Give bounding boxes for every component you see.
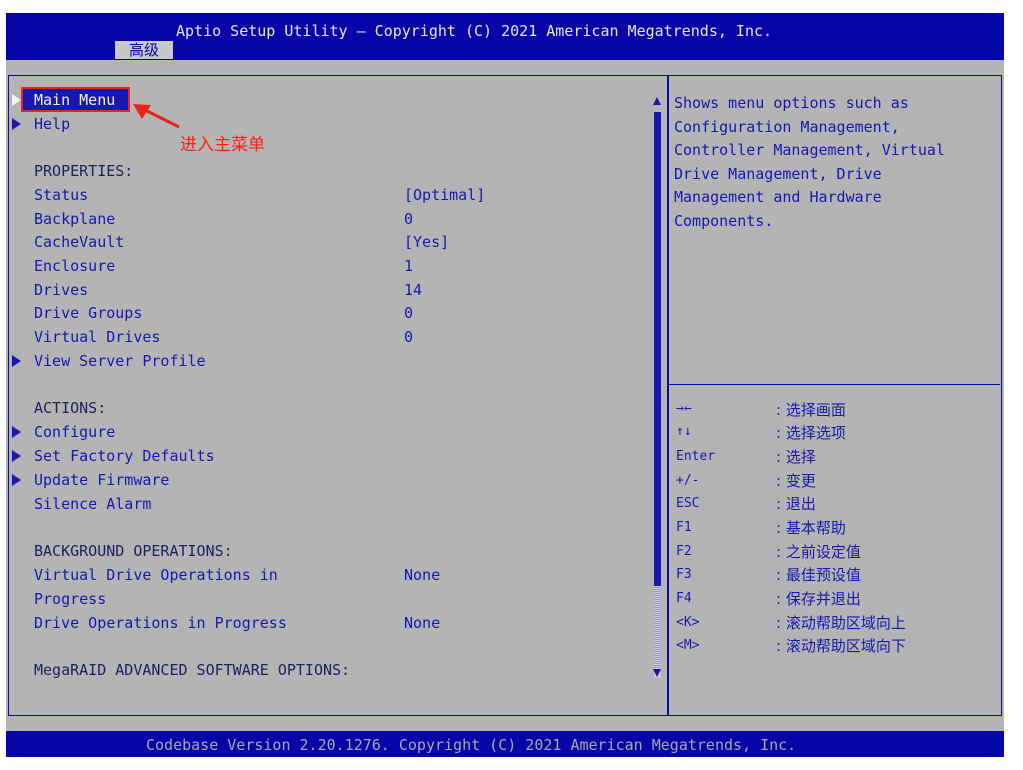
help-divider xyxy=(669,384,1000,385)
menu-item-silence-alarm[interactable]: Silence Alarm xyxy=(34,495,151,513)
property-value-enclosure: 1 xyxy=(404,257,414,275)
property-value-backplane: 0 xyxy=(404,210,414,228)
main-area: Main Menu Help PROPERTIES: Status [Optim… xyxy=(6,60,1004,731)
tab-advanced[interactable]: 高级 xyxy=(115,41,173,59)
menu-item-set-factory-defaults[interactable]: Set Factory Defaults xyxy=(34,447,215,465)
submenu-arrow-icon xyxy=(12,474,21,486)
property-label-backplane: Backplane xyxy=(34,210,116,228)
menu-item-view-server-profile[interactable]: View Server Profile xyxy=(34,352,206,370)
key-enter: Enter xyxy=(676,449,716,464)
key-desc: : 保存并退出 xyxy=(776,590,861,608)
property-value-drive-groups: 0 xyxy=(404,304,414,322)
scroll-up-icon[interactable] xyxy=(653,97,661,105)
key-desc: : 选择选项 xyxy=(776,424,846,442)
property-label-drive-groups: Drive Groups xyxy=(34,304,143,322)
key-desc: : 选择 xyxy=(776,448,816,466)
property-value-cachevault: [Yes] xyxy=(404,233,450,251)
property-value-status: [Optimal] xyxy=(404,186,486,204)
background-operations-heading: BACKGROUND OPERATIONS: xyxy=(34,542,233,560)
footer-bar: Codebase Version 2.20.1276. Copyright (C… xyxy=(6,731,1004,757)
property-label-virtual-drives: Virtual Drives xyxy=(34,328,161,346)
actions-heading: ACTIONS: xyxy=(34,399,107,417)
key-desc: : 最佳预设值 xyxy=(776,566,861,584)
menu-item-help[interactable]: Help xyxy=(34,115,70,133)
header-title: Aptio Setup Utility – Copyright (C) 2021… xyxy=(176,22,773,40)
key-m: <M> xyxy=(676,638,700,653)
key-esc: ESC xyxy=(676,496,700,511)
drive-operations-label: Drive Operations in Progress xyxy=(34,614,287,632)
submenu-arrow-icon xyxy=(12,355,21,367)
key-desc: : 变更 xyxy=(776,472,816,490)
property-label-drives: Drives xyxy=(34,281,89,299)
scrollbar-thumb[interactable] xyxy=(654,112,661,586)
key-desc: : 滚动帮助区域向下 xyxy=(776,637,906,655)
property-label-enclosure: Enclosure xyxy=(34,257,116,275)
key-desc: : 之前设定值 xyxy=(776,543,861,561)
properties-heading: PROPERTIES: xyxy=(34,162,134,180)
key-f4: F4 xyxy=(676,591,692,606)
submenu-arrow-icon xyxy=(12,426,21,438)
key-desc: : 基本帮助 xyxy=(776,519,846,537)
help-text: Shows menu options such as Configuration… xyxy=(674,94,945,230)
scrollbar-empty-area xyxy=(654,586,661,672)
key-plus-minus: +/- xyxy=(676,473,700,488)
submenu-arrow-icon xyxy=(12,450,21,462)
menu-item-update-firmware[interactable]: Update Firmware xyxy=(34,471,169,489)
property-label-status: Status xyxy=(34,186,89,204)
annotation-box xyxy=(21,87,130,112)
key-desc: : 退出 xyxy=(776,495,816,513)
vd-operations-value: None xyxy=(404,566,441,584)
property-value-drives: 14 xyxy=(404,281,423,299)
key-f3: F3 xyxy=(676,567,692,582)
drive-operations-value: None xyxy=(404,614,441,632)
submenu-arrow-icon xyxy=(12,118,21,130)
key-arrows-ud: ↑↓ xyxy=(676,424,692,439)
vd-operations-label: Virtual Drive Operations in xyxy=(34,566,278,584)
scroll-down-icon[interactable] xyxy=(653,669,661,677)
submenu-arrow-icon xyxy=(12,94,21,106)
key-desc: : 滚动帮助区域向上 xyxy=(776,614,906,632)
key-arrows-lr: →← xyxy=(676,401,692,416)
key-desc: : 选择画面 xyxy=(776,401,846,419)
property-value-virtual-drives: 0 xyxy=(404,328,414,346)
panel-divider xyxy=(667,75,669,716)
bios-screen: Aptio Setup Utility – Copyright (C) 2021… xyxy=(6,13,1004,757)
megaraid-options-heading: MegaRAID ADVANCED SOFTWARE OPTIONS: xyxy=(34,661,351,679)
key-f1: F1 xyxy=(676,520,692,535)
vd-operations-label-cont: Progress xyxy=(34,590,107,608)
key-k: <K> xyxy=(676,615,700,630)
annotation-label: 进入主菜单 xyxy=(180,135,265,155)
footer-text: Codebase Version 2.20.1276. Copyright (C… xyxy=(146,736,797,754)
key-f2: F2 xyxy=(676,544,692,559)
property-label-cachevault: CacheVault xyxy=(34,233,125,251)
menu-item-configure[interactable]: Configure xyxy=(34,423,115,441)
header-bar: Aptio Setup Utility – Copyright (C) 2021… xyxy=(6,13,1004,60)
